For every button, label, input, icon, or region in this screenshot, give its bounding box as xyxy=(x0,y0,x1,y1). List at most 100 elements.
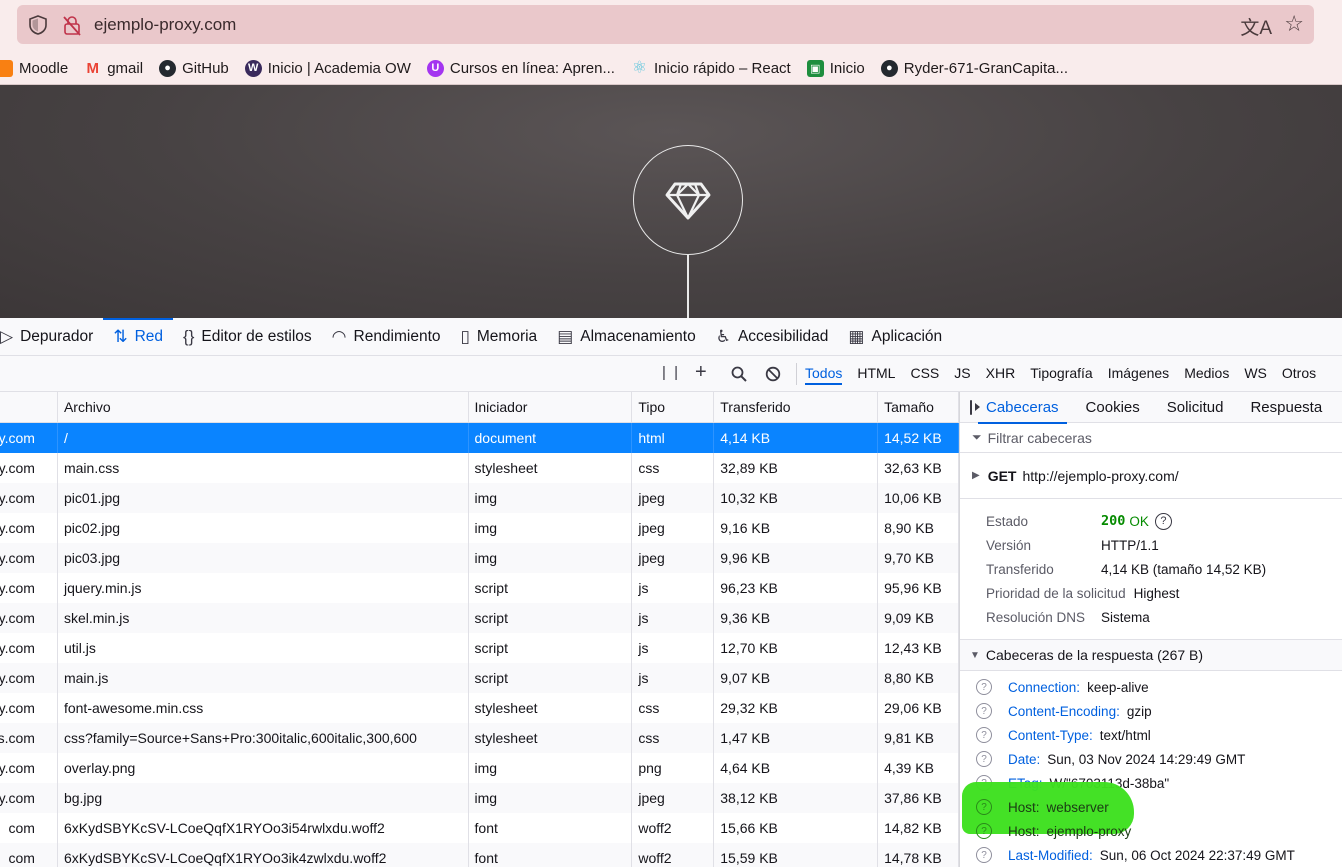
response-header-row[interactable]: ? Connection: keep-alive xyxy=(976,675,1342,699)
table-row[interactable]: y.com jquery.min.js script js 96,23 KB 95,96 … xyxy=(0,573,959,603)
devtools-tab-label: Almacenamiento xyxy=(580,327,696,345)
table-row[interactable]: pis.comcss?family=Source+Sans+Pro:300ita… xyxy=(0,723,959,753)
response-header-row[interactable]: ? Content-Encoding: gzip xyxy=(976,699,1342,723)
table-row[interactable]: y.com font-awesome.min.css stylesheet css 29… xyxy=(0,693,959,723)
filter-icon: ⏷ xyxy=(972,430,982,444)
table-row[interactable]: y.com pic03.jpg img jpeg 9,96 KB 9,70 KB xyxy=(0,543,959,573)
search-icon[interactable] xyxy=(731,366,747,382)
filter-js[interactable]: JS xyxy=(954,365,970,385)
bookmark-item[interactable]: ● GitHub xyxy=(159,59,229,77)
devtools-tab-style-editor[interactable]: {} Editor de estilos xyxy=(173,318,322,356)
bookmark-item[interactable]: ▣ Inicio xyxy=(806,59,865,77)
filter-todos[interactable]: Todos xyxy=(805,365,843,385)
address-bar[interactable]: ejemplo-proxy.com 文A ☆ xyxy=(17,5,1314,44)
response-header-row[interactable]: ? Date: Sun, 03 Nov 2024 14:29:49 GMT xyxy=(976,747,1342,771)
file-cell: font-awesome.min.css xyxy=(58,693,469,723)
domain-cell: y.com xyxy=(0,483,58,513)
initiator-cell: script xyxy=(469,633,633,663)
transferred-cell: 9,36 KB xyxy=(714,603,879,633)
bookmark-item[interactable]: U Cursos en línea: Apren... xyxy=(426,59,615,77)
column-file[interactable]: Archivo xyxy=(58,392,469,422)
translate-icon[interactable]: 文A xyxy=(1240,13,1272,40)
help-icon[interactable]: ? xyxy=(976,727,992,743)
details-tab-solicitud[interactable]: Solicitud xyxy=(1167,399,1224,416)
filter-medios[interactable]: Medios xyxy=(1184,365,1229,385)
column-size[interactable]: Tamaño xyxy=(878,392,959,422)
status-text: OK xyxy=(1129,513,1149,529)
size-cell: 14,82 KB xyxy=(878,813,959,843)
filter-headers-field[interactable]: ⏷ Filtrar cabeceras xyxy=(960,423,1342,453)
bookmark-item[interactable]: W Inicio | Academia OW xyxy=(244,59,411,77)
bookmark-item[interactable]: Mgmail xyxy=(84,60,143,77)
column-transferred[interactable]: Transferido xyxy=(714,392,879,422)
transferred-cell: 4,64 KB xyxy=(714,753,879,783)
column-initiator[interactable]: Iniciador xyxy=(469,392,633,422)
url-text[interactable]: ejemplo-proxy.com xyxy=(94,15,236,35)
table-row[interactable]: y.com util.js script js 12,70 KB 12,43 KB xyxy=(0,633,959,663)
column-domain[interactable] xyxy=(0,392,58,422)
tracking-protection-shield-icon[interactable] xyxy=(27,14,49,36)
devtools-tab-storage[interactable]: ▤ Almacenamiento xyxy=(547,318,706,356)
filter-tipografía[interactable]: Tipografía xyxy=(1030,365,1093,385)
table-row[interactable]: y.com / document html 4,14 KB 14,52 KB xyxy=(0,423,959,453)
filter-ws[interactable]: WS xyxy=(1244,365,1267,385)
filter-xhr[interactable]: XHR xyxy=(986,365,1016,385)
table-row[interactable]: y.com overlay.png img png 4,64 KB 4,39 KB xyxy=(0,753,959,783)
devtools-tab-network[interactable]: ⇅ Red xyxy=(103,317,173,356)
table-row[interactable]: com 6xKydSBYKcSV-LCoeQqfX1RYOo3i54rwlxdu.… xyxy=(0,813,959,843)
table-row[interactable]: y.com pic01.jpg img jpeg 10,32 KB 10,06 KB xyxy=(0,483,959,513)
devtools-tab-application[interactable]: ▦ Aplicación xyxy=(838,318,952,356)
collapse-triangle-icon[interactable]: ▼ xyxy=(970,650,980,661)
column-type[interactable]: Tipo xyxy=(632,392,715,422)
bookmark-item[interactable]: ⚛ Inicio rápido – React xyxy=(631,58,791,77)
response-header-row[interactable]: ? Host: ejemplo-proxy xyxy=(976,819,1342,843)
response-headers-section[interactable]: ▼ Cabeceras de la respuesta (267 B) xyxy=(960,639,1342,671)
table-row[interactable]: com 6xKydSBYKcSV-LCoeQqfX1RYOo3ik4zwlxdu.… xyxy=(0,843,959,867)
help-icon[interactable]: ? xyxy=(976,703,992,719)
bookmark-star-icon[interactable]: ☆ xyxy=(1284,11,1304,37)
table-row[interactable]: y.com pic02.jpg img jpeg 9,16 KB 8,90 KB xyxy=(0,513,959,543)
response-header-row[interactable]: ? Last-Modified: Sun, 06 Oct 2024 22:37:49… xyxy=(976,843,1342,867)
help-icon[interactable]: ? xyxy=(976,823,992,839)
header-value: keep-alive xyxy=(1087,679,1149,695)
request-summary-line[interactable]: ▶ GET http://ejemplo-proxy.com/ xyxy=(960,453,1342,499)
help-icon[interactable]: ? xyxy=(976,847,992,863)
size-cell: 9,70 KB xyxy=(878,543,959,573)
help-icon[interactable]: ? xyxy=(976,799,992,815)
details-tab-respuesta[interactable]: Respuesta xyxy=(1250,399,1322,416)
type-cell: woff2 xyxy=(632,843,715,867)
devtools-tab-accessibility[interactable]: ♿ Accesibilidad xyxy=(706,318,839,356)
bookmark-item[interactable]: Moodle xyxy=(0,59,68,77)
table-row[interactable]: y.com main.js script js 9,07 KB 8,80 KB xyxy=(0,663,959,693)
devtools-tab-label: Aplicación xyxy=(871,327,943,345)
table-row[interactable]: y.com skel.min.js script js 9,36 KB 9,09 KB xyxy=(0,603,959,633)
filter-otros[interactable]: Otros xyxy=(1282,365,1316,385)
help-icon[interactable]: ? xyxy=(1154,512,1172,530)
filter-html[interactable]: HTML xyxy=(857,365,895,385)
filter-imágenes[interactable]: Imágenes xyxy=(1108,365,1169,385)
table-row[interactable]: y.com bg.jpg img jpeg 38,12 KB 37,86 KB xyxy=(0,783,959,813)
bookmark-item[interactable]: ● Ryder-671-GranCapita... xyxy=(880,59,1068,77)
details-tab-cookies[interactable]: Cookies xyxy=(1086,399,1140,416)
bookmark-label: Inicio xyxy=(829,59,865,77)
type-cell: jpeg xyxy=(632,783,715,813)
new-request-icon[interactable]: + xyxy=(695,361,707,384)
block-clear-icon[interactable] xyxy=(765,366,781,382)
help-icon[interactable]: ? xyxy=(976,751,992,767)
table-row[interactable]: y.com main.css stylesheet css 32,89 KB 32,63 … xyxy=(0,453,959,483)
filter-css[interactable]: CSS xyxy=(910,365,939,385)
response-header-row[interactable]: ? Content-Type: text/html xyxy=(976,723,1342,747)
devtools-tab-memory[interactable]: ▯ Memoria xyxy=(451,318,548,356)
devtools-tab-debugger[interactable]: ▷ Depurador xyxy=(0,318,103,356)
help-icon[interactable]: ? xyxy=(976,679,992,695)
type-cell: js xyxy=(632,663,715,693)
expand-triangle-icon[interactable]: ▶ xyxy=(972,470,980,481)
details-tab-cabeceras[interactable]: Cabeceras xyxy=(978,399,1067,424)
header-value: text/html xyxy=(1099,727,1151,743)
header-value: Sun, 03 Nov 2024 14:29:49 GMT xyxy=(1047,751,1246,767)
pause-icon[interactable]: | | xyxy=(662,364,680,381)
toggle-panel-icon[interactable] xyxy=(970,399,980,415)
response-header-row[interactable]: ? Host: webserver xyxy=(976,795,1342,819)
insecure-lock-icon[interactable] xyxy=(61,14,83,36)
devtools-tab-performance[interactable]: ◠ Rendimiento xyxy=(322,318,451,356)
